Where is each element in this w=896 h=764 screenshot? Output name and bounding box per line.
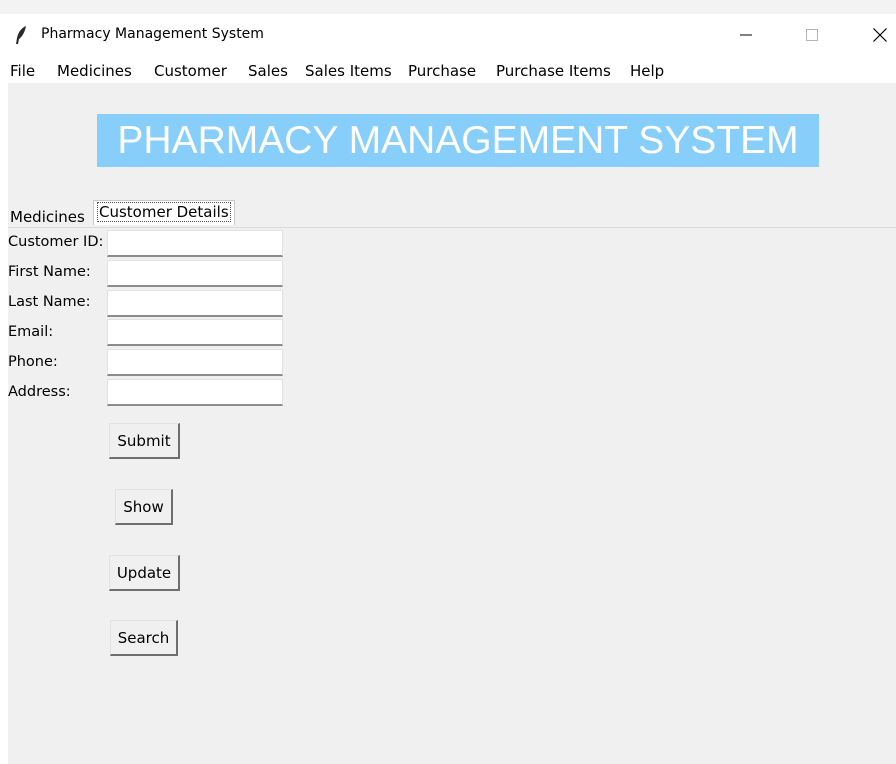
minimize-icon — [740, 34, 752, 36]
submit-button[interactable]: Submit — [109, 423, 180, 459]
app-window: Pharmacy Management System File Medicine… — [8, 14, 896, 764]
menu-purchase[interactable]: Purchase — [408, 62, 476, 80]
first-name-label: First Name: — [8, 264, 91, 280]
email-input[interactable] — [107, 319, 283, 346]
title-banner: PHARMACY MANAGEMENT SYSTEM — [97, 114, 819, 167]
tab-customer-details[interactable]: Customer Details — [93, 200, 235, 225]
last-name-input[interactable] — [107, 290, 283, 317]
menu-medicines[interactable]: Medicines — [57, 62, 132, 80]
menu-bar: File Medicines Customer Sales Sales Item… — [8, 56, 896, 83]
address-input[interactable] — [107, 379, 283, 406]
show-button[interactable]: Show — [115, 489, 173, 525]
feather-icon — [16, 26, 26, 44]
tab-customer-details-label: Customer Details — [97, 202, 231, 222]
address-label: Address: — [8, 384, 71, 400]
maximize-button[interactable] — [789, 14, 835, 56]
email-label: Email: — [8, 324, 54, 340]
customer-id-label: Customer ID: — [8, 234, 104, 250]
menu-sales-items[interactable]: Sales Items — [305, 62, 392, 80]
background-window-text — [18, 0, 22, 7]
menu-help[interactable]: Help — [630, 62, 664, 80]
menu-sales[interactable]: Sales — [248, 62, 288, 80]
window-title: Pharmacy Management System — [41, 26, 264, 42]
update-button[interactable]: Update — [109, 555, 180, 591]
phone-input[interactable] — [107, 349, 283, 376]
tab-medicines[interactable]: Medicines — [8, 207, 87, 228]
tab-divider — [8, 227, 896, 228]
menu-customer[interactable]: Customer — [154, 62, 227, 80]
close-icon — [873, 28, 887, 42]
maximize-icon — [806, 29, 818, 41]
title-bar[interactable]: Pharmacy Management System — [8, 14, 896, 56]
last-name-label: Last Name: — [8, 294, 91, 310]
phone-label: Phone: — [8, 354, 58, 370]
first-name-input[interactable] — [107, 260, 283, 287]
close-button[interactable] — [857, 14, 896, 56]
menu-file[interactable]: File — [10, 62, 35, 80]
menu-purchase-items[interactable]: Purchase Items — [496, 62, 611, 80]
background-window-strip — [0, 0, 896, 14]
customer-id-input[interactable] — [107, 230, 283, 257]
minimize-button[interactable] — [723, 14, 769, 56]
search-button[interactable]: Search — [110, 620, 178, 656]
